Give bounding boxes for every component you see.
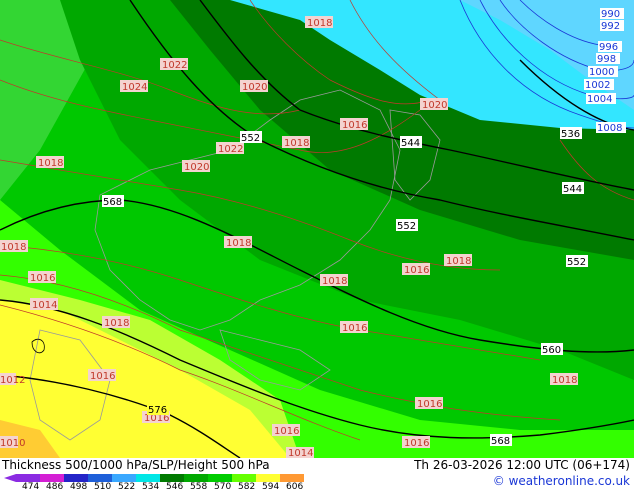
- legend-arrow-left: [4, 474, 16, 482]
- svg-text:1000: 1000: [589, 67, 614, 78]
- svg-text:990: 990: [601, 9, 620, 20]
- svg-text:1008: 1008: [597, 123, 622, 134]
- svg-text:1020: 1020: [242, 82, 267, 93]
- legend-tick-label: 510: [94, 482, 112, 492]
- svg-text:1016: 1016: [417, 399, 442, 410]
- svg-text:1020: 1020: [422, 100, 447, 111]
- svg-text:1020: 1020: [184, 162, 209, 173]
- svg-text:1018: 1018: [552, 375, 577, 386]
- svg-text:576: 576: [148, 405, 167, 416]
- legend-tick-label: 474: [22, 482, 40, 492]
- map-footer: Thickness 500/1000 hPa/SLP/Height 500 hP…: [0, 458, 634, 492]
- legend-swatch: [256, 474, 280, 482]
- svg-text:1016: 1016: [404, 265, 429, 276]
- legend-tick-label: 558: [190, 482, 208, 492]
- legend-tick-label: 522: [118, 482, 136, 492]
- svg-text:1016: 1016: [274, 426, 299, 437]
- svg-text:1018: 1018: [307, 18, 332, 29]
- svg-text:992: 992: [601, 21, 620, 32]
- svg-text:1022: 1022: [162, 60, 187, 71]
- svg-text:1016: 1016: [30, 273, 55, 284]
- svg-text:1018: 1018: [284, 138, 309, 149]
- legend-tick-label: 594: [262, 482, 280, 492]
- legend-swatch: [184, 474, 208, 482]
- svg-text:1022: 1022: [218, 144, 243, 155]
- svg-text:544: 544: [563, 184, 582, 195]
- svg-text:1014: 1014: [288, 448, 313, 458]
- svg-text:568: 568: [491, 436, 510, 447]
- legend-swatch: [208, 474, 232, 482]
- svg-text:552: 552: [567, 257, 586, 268]
- copyright[interactable]: © weatheronline.co.uk: [493, 474, 630, 488]
- legend-swatch: [232, 474, 256, 482]
- legend-swatch: [16, 474, 40, 482]
- svg-text:552: 552: [397, 221, 416, 232]
- legend-swatch: [160, 474, 184, 482]
- map-title: Thickness 500/1000 hPa/SLP/Height 500 hP…: [2, 458, 270, 472]
- svg-text:560: 560: [542, 345, 561, 356]
- svg-text:1018: 1018: [38, 158, 63, 169]
- legend-tick-label: 570: [214, 482, 232, 492]
- legend-swatch: [280, 474, 304, 482]
- svg-text:1014: 1014: [32, 300, 57, 311]
- svg-text:1002: 1002: [585, 80, 610, 91]
- svg-text:536: 536: [561, 129, 580, 140]
- svg-text:568: 568: [103, 197, 122, 208]
- weather-map: 1018 1022 1024 1020 1022 1018 1016 1018 …: [0, 0, 634, 458]
- legend-tick-label: 606: [286, 482, 304, 492]
- svg-text:1016: 1016: [404, 438, 429, 449]
- svg-text:998: 998: [597, 54, 616, 65]
- legend-swatch: [88, 474, 112, 482]
- legend-swatch: [136, 474, 160, 482]
- svg-text:1018: 1018: [104, 318, 129, 329]
- legend-swatch: [64, 474, 88, 482]
- svg-text:552: 552: [241, 133, 260, 144]
- svg-text:996: 996: [599, 42, 618, 53]
- svg-text:1016: 1016: [90, 371, 115, 382]
- svg-text:1018: 1018: [446, 256, 471, 267]
- legend-tick-label: 486: [46, 482, 64, 492]
- svg-text:1016: 1016: [342, 120, 367, 131]
- legend-tick-label: 582: [238, 482, 256, 492]
- legend-swatch: [112, 474, 136, 482]
- svg-text:1018: 1018: [226, 238, 251, 249]
- legend-tick-label: 546: [166, 482, 184, 492]
- legend-tick-label: 498: [70, 482, 88, 492]
- svg-text:1024: 1024: [122, 82, 147, 93]
- valid-time: Th 26-03-2026 12:00 UTC (06+174): [414, 458, 630, 472]
- svg-text:1004: 1004: [587, 94, 612, 105]
- svg-text:1012: 1012: [0, 375, 25, 386]
- legend-swatch: [40, 474, 64, 482]
- svg-text:1018: 1018: [322, 276, 347, 287]
- thickness-legend: 474 486 498 510 522 534 546 558 570 582 594 606: [4, 472, 314, 492]
- svg-text:1018: 1018: [1, 242, 26, 253]
- svg-text:1016: 1016: [342, 323, 367, 334]
- map-frame: 1018 1022 1024 1020 1022 1018 1016 1018 …: [0, 0, 634, 492]
- svg-text:544: 544: [401, 138, 420, 149]
- svg-text:1010: 1010: [0, 438, 25, 449]
- legend-tick-label: 534: [142, 482, 160, 492]
